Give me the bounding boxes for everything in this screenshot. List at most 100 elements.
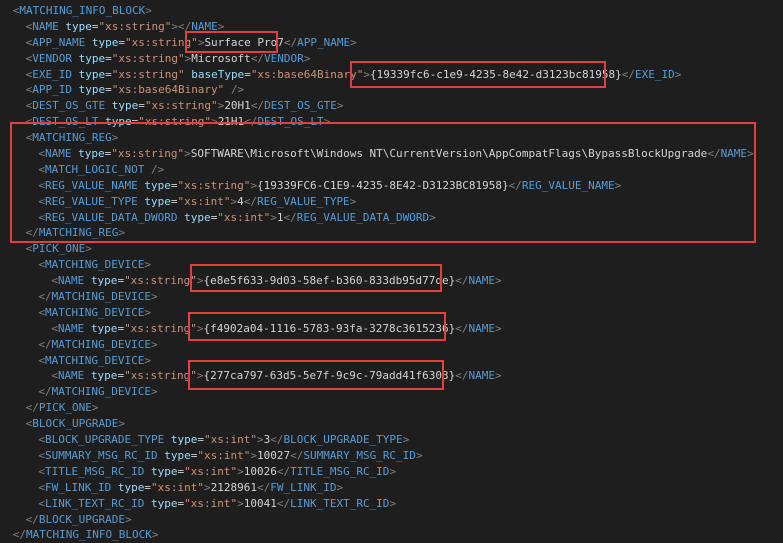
- code-token: NAME: [468, 369, 495, 383]
- code-line[interactable]: </MATCHING_DEVICE>: [0, 337, 783, 353]
- code-token: {e8e5f633-9d03-58ef-b360-833db95d77de}: [203, 274, 456, 288]
- code-token: </: [25, 512, 39, 526]
- code-line[interactable]: <APP_NAME type="xs:string">Surface Pro7<…: [0, 35, 783, 51]
- code-token: EXE_ID: [32, 67, 72, 81]
- code-token: >: [389, 496, 397, 510]
- code-token: </: [276, 464, 291, 478]
- code-line[interactable]: <REG_VALUE_NAME type="xs:string">{19339F…: [0, 178, 783, 194]
- code-token: >: [111, 131, 119, 145]
- code-token: "xs:int": [217, 210, 271, 224]
- code-line[interactable]: <NAME type="xs:string"></NAME>: [0, 19, 783, 35]
- code-token: NAME: [45, 147, 72, 161]
- code-token: "xs:string": [124, 321, 197, 335]
- code-line[interactable]: </BLOCK_UPGRADE>: [0, 512, 783, 528]
- code-token: type: [78, 83, 106, 97]
- code-line[interactable]: <FW_LINK_ID type="xs:int">2128961</FW_LI…: [0, 480, 783, 496]
- code-line[interactable]: <NAME type="xs:string">{e8e5f633-9d03-58…: [0, 273, 783, 289]
- code-token: "xs:base64Binary": [111, 83, 225, 97]
- code-token: NAME: [191, 19, 218, 33]
- code-token: </: [283, 210, 297, 224]
- code-token: NAME: [720, 147, 748, 161]
- code-token: type: [164, 448, 191, 462]
- code-token: 10041: [243, 496, 277, 510]
- code-token: DEST_OS_GTE: [264, 99, 337, 113]
- code-token: NAME: [57, 369, 85, 383]
- code-line[interactable]: <MATCHING_REG>: [0, 130, 783, 146]
- code-line[interactable]: <PICK_ONE>: [0, 241, 783, 257]
- code-token: >: [256, 433, 264, 447]
- code-token: />: [230, 83, 245, 97]
- code-line[interactable]: <REG_VALUE_TYPE type="xs:int">4</REG_VAL…: [0, 194, 783, 210]
- code-line[interactable]: </MATCHING_INFO_BLOCK>: [0, 527, 783, 543]
- code-token: </: [38, 290, 52, 304]
- code-token: MATCHING_INFO_BLOCK: [19, 4, 146, 17]
- code-token: TITLE_MSG_RC_ID: [45, 464, 145, 478]
- code-token: >: [389, 464, 397, 478]
- code-line[interactable]: <MATCHING_DEVICE>: [0, 353, 783, 369]
- code-line[interactable]: </MATCHING_DEVICE>: [0, 384, 783, 400]
- code-token: >: [250, 448, 257, 462]
- code-line[interactable]: <NAME type="xs:string">{277ca797-63d5-5e…: [0, 368, 783, 384]
- code-token: APP_NAME: [297, 35, 351, 49]
- code-token: "xs:string": [144, 99, 218, 113]
- code-token: DEST_OS_LT: [32, 115, 99, 129]
- code-line[interactable]: <BLOCK_UPGRADE_TYPE type="xs:int">3</BLO…: [0, 432, 783, 448]
- code-token: REG_VALUE_TYPE: [45, 194, 138, 208]
- code-line[interactable]: <TITLE_MSG_RC_ID type="xs:int">10026</TI…: [0, 464, 783, 480]
- code-line[interactable]: <EXE_ID type="xs:string" baseType="xs:ba…: [0, 67, 783, 83]
- code-line[interactable]: <MATCHING_DEVICE>: [0, 305, 783, 321]
- code-token: type: [91, 35, 119, 49]
- code-token: "xs:string": [138, 115, 212, 129]
- code-line[interactable]: <SUMMARY_MSG_RC_ID type="xs:int">10027</…: [0, 448, 783, 464]
- code-line[interactable]: <DEST_OS_LT type="xs:string">21H1</DEST_…: [0, 114, 783, 130]
- code-token: APP_NAME: [32, 35, 86, 49]
- code-token: NAME: [32, 19, 59, 33]
- code-token: >: [674, 67, 682, 81]
- code-token: DEST_OS_GTE: [32, 99, 106, 113]
- code-line[interactable]: </MATCHING_REG>: [0, 225, 783, 241]
- code-token: REG_VALUE_NAME: [521, 178, 615, 192]
- code-line[interactable]: <BLOCK_UPGRADE>: [0, 416, 783, 432]
- code-token: >: [184, 147, 191, 161]
- code-token: =: [105, 67, 112, 81]
- code-token: "xs:int": [177, 194, 231, 208]
- code-token: SUMMARY_MSG_RC_ID: [45, 448, 158, 462]
- code-token: >: [429, 210, 436, 224]
- code-editor[interactable]: <MATCHING_INFO_BLOCK> <NAME type="xs:stri…: [0, 0, 783, 543]
- code-line[interactable]: <VENDOR type="xs:string">Microsoft</VEND…: [0, 51, 783, 67]
- code-line[interactable]: <DEST_OS_GTE type="xs:string">20H1</DEST…: [0, 98, 783, 114]
- code-token: "xs:int": [184, 496, 238, 510]
- code-token: >: [196, 274, 204, 288]
- code-token: >: [118, 417, 125, 431]
- code-token: =: [138, 99, 145, 113]
- code-token: Surface Pro7: [204, 35, 284, 49]
- code-line[interactable]: <MATCHING_DEVICE>: [0, 257, 783, 273]
- code-line[interactable]: </MATCHING_DEVICE>: [0, 289, 783, 305]
- code-token: </: [283, 35, 298, 49]
- code-line[interactable]: <MATCHING_INFO_BLOCK>: [0, 3, 783, 19]
- code-line[interactable]: <NAME type="xs:string">{f4902a04-1116-57…: [0, 321, 783, 337]
- code-token: </: [621, 67, 635, 81]
- code-line[interactable]: <APP_ID type="xs:base64Binary" />: [0, 82, 783, 98]
- code-token: 21H1: [217, 115, 245, 129]
- code-token: >: [323, 115, 331, 129]
- code-line[interactable]: <LINK_TEXT_RC_ID type="xs:int">10041</LI…: [0, 496, 783, 512]
- code-token: BLOCK_UPGRADE_TYPE: [283, 433, 403, 447]
- code-token: "xs:int": [197, 448, 251, 462]
- code-token: baseType: [191, 67, 245, 81]
- code-token: DEST_OS_LT: [257, 115, 324, 129]
- code-token: 2128961: [210, 480, 257, 494]
- code-token: >: [211, 115, 218, 129]
- code-token: FW_LINK_ID: [270, 480, 337, 494]
- code-token: REG_VALUE_NAME: [45, 178, 138, 192]
- code-line[interactable]: <REG_VALUE_DATA_DWORD type="xs:int">1</R…: [0, 210, 783, 226]
- code-line[interactable]: </PICK_ONE>: [0, 400, 783, 416]
- code-line[interactable]: <NAME type="xs:string">SOFTWARE\Microsof…: [0, 146, 783, 162]
- code-line[interactable]: <MATCH_LOGIC_NOT />: [0, 162, 783, 178]
- code-token: <: [51, 369, 58, 383]
